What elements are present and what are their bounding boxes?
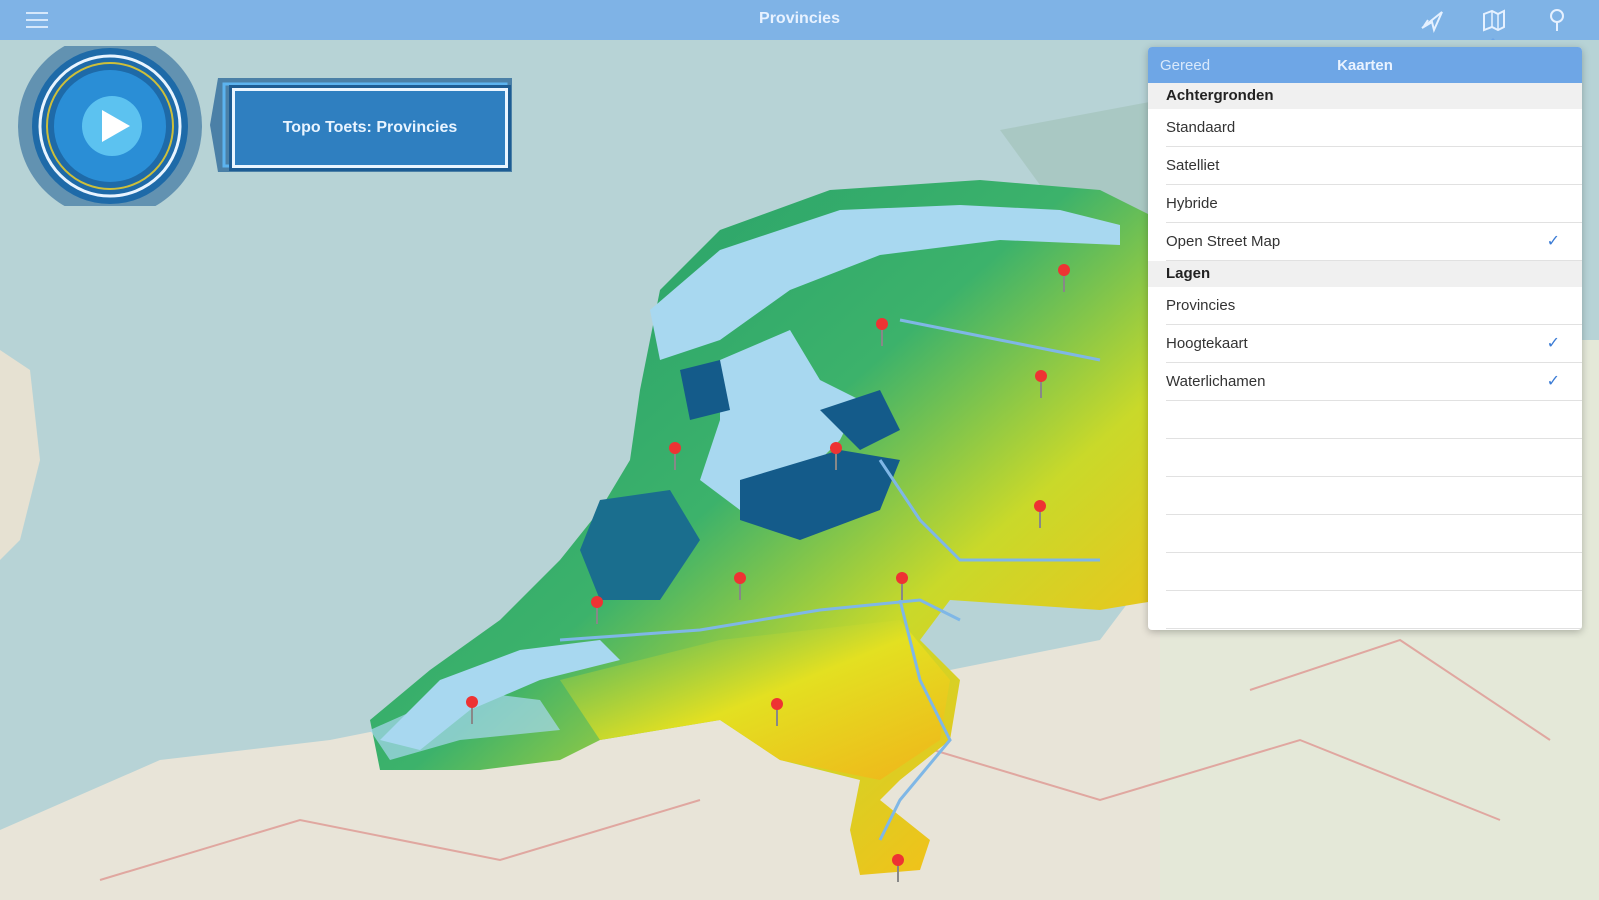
popover-header: Gereed Kaarten xyxy=(1148,47,1582,83)
option-open-street-map[interactable]: Open Street Map ✓ xyxy=(1166,223,1582,261)
option-label: Hoogtekaart xyxy=(1166,335,1248,352)
option-hoogtekaart[interactable]: Hoogtekaart ✓ xyxy=(1166,325,1582,363)
option-label: Hybride xyxy=(1166,195,1218,212)
checkmark-icon: ✓ xyxy=(1546,335,1560,352)
option-satelliet[interactable]: Satelliet xyxy=(1166,147,1582,185)
option-label: Standaard xyxy=(1166,119,1236,136)
maps-popover: Gereed Kaarten Achtergronden Standaard S… xyxy=(1148,47,1582,630)
option-label: Satelliet xyxy=(1166,157,1220,174)
option-label: Open Street Map xyxy=(1166,233,1281,250)
section-header-backgrounds: Achtergronden xyxy=(1148,83,1582,109)
map-layers-icon[interactable] xyxy=(1480,6,1508,34)
option-standaard[interactable]: Standaard xyxy=(1166,109,1582,147)
section-header-layers: Lagen xyxy=(1148,261,1582,287)
option-label: Provincies xyxy=(1166,297,1236,314)
empty-row xyxy=(1166,439,1582,477)
checkmark-icon: ✓ xyxy=(1546,373,1560,390)
checkmark-icon: ✓ xyxy=(1546,233,1560,250)
game-title-label: Topo Toets: Provincies xyxy=(232,88,508,168)
popover-title: Kaarten xyxy=(1337,57,1393,74)
option-label: Waterlichamen xyxy=(1166,373,1266,390)
page-title: Provincies xyxy=(759,10,840,27)
game-title-frame[interactable]: Topo Toets: Provincies xyxy=(210,72,520,178)
top-bar: Provincies xyxy=(0,0,1599,41)
play-badge[interactable] xyxy=(10,46,210,206)
play-icon[interactable] xyxy=(82,96,142,156)
option-provincies[interactable]: Provincies xyxy=(1166,287,1582,325)
option-hybride[interactable]: Hybride xyxy=(1166,185,1582,223)
empty-row xyxy=(1166,553,1582,591)
option-waterlichamen[interactable]: Waterlichamen ✓ xyxy=(1166,363,1582,401)
pin-icon[interactable] xyxy=(1543,6,1571,34)
empty-row xyxy=(1166,515,1582,553)
location-arrow-icon[interactable] xyxy=(1418,6,1446,34)
empty-row xyxy=(1166,477,1582,515)
empty-row xyxy=(1166,401,1582,439)
empty-row xyxy=(1166,591,1582,629)
